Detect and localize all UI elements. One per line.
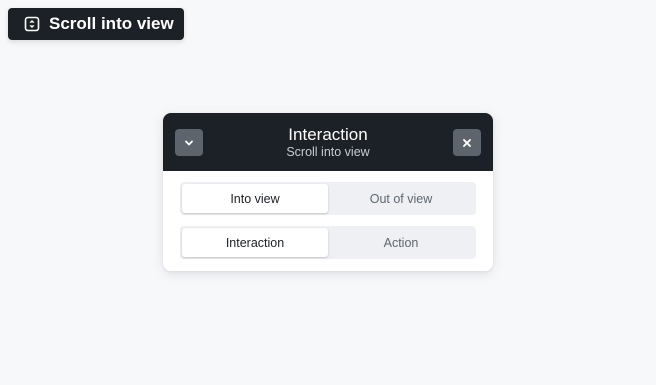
visibility-toggle: Into view Out of view xyxy=(180,182,476,215)
panel-title: Interaction xyxy=(288,124,368,144)
chevron-down-icon xyxy=(184,138,194,148)
badge-label: Scroll into view xyxy=(49,14,174,33)
scroll-vertical-icon xyxy=(23,15,41,33)
panel-body: Into view Out of view Interaction Action xyxy=(163,171,493,259)
panel-heading: Interaction Scroll into view xyxy=(286,126,369,159)
segment-interaction[interactable]: Interaction xyxy=(182,228,328,257)
close-icon xyxy=(462,138,472,148)
panel-header: Interaction Scroll into view xyxy=(163,113,493,171)
panel-subtitle: Scroll into view xyxy=(286,144,370,159)
segment-out-of-view[interactable]: Out of view xyxy=(328,184,474,213)
close-button[interactable] xyxy=(453,129,481,156)
segment-into-view[interactable]: Into view xyxy=(182,184,328,213)
interaction-panel: Interaction Scroll into view Into view O… xyxy=(163,113,493,271)
segment-action[interactable]: Action xyxy=(328,228,474,257)
collapse-button[interactable] xyxy=(175,129,203,156)
mode-toggle: Interaction Action xyxy=(180,226,476,259)
scroll-into-view-badge[interactable]: Scroll into view xyxy=(8,8,184,40)
